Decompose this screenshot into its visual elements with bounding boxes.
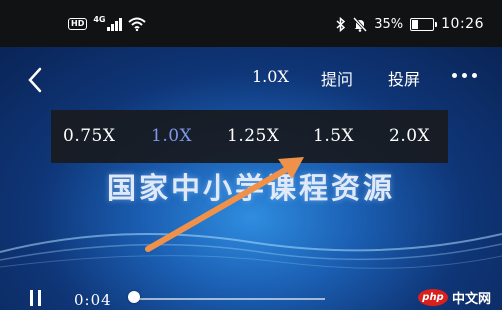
speed-option-0-75x[interactable]: 0.75X <box>63 126 115 146</box>
speed-option-1-0x-selected[interactable]: 1.0X <box>151 126 192 146</box>
watermark-site-name: 中文网 <box>452 291 492 307</box>
status-right: 35% 10:26 <box>336 13 484 35</box>
playback-speed-button[interactable]: 1.0X <box>252 67 289 86</box>
speed-option-1-25x[interactable]: 1.25X <box>227 126 279 146</box>
elapsed-time: 0:04 <box>74 291 112 309</box>
video-player[interactable]: 国家中小学课程资源 1.0X 提问 投屏 0.75X 1.0X 1.25X 1.… <box>0 47 502 310</box>
watermark: php 中文网 <box>418 287 491 307</box>
clock: 10:26 <box>441 16 484 32</box>
php-logo: php <box>418 288 448 306</box>
status-bar: HD 4G 35% 10:26 <box>0 0 502 47</box>
speed-selection-menu: 0.75X 1.0X 1.25X 1.5X 2.0X <box>51 110 448 163</box>
wifi-icon <box>128 17 146 31</box>
signal-strength-icon <box>107 17 122 31</box>
back-arrow-icon[interactable] <box>26 67 44 93</box>
progress-scrubber-handle[interactable] <box>128 291 140 303</box>
player-top-bar: 1.0X 提问 投屏 <box>0 47 502 99</box>
network-type-label: 4G <box>93 14 106 24</box>
status-left: HD 4G <box>68 14 146 34</box>
battery-icon <box>410 17 438 31</box>
background-wave-graphic <box>0 233 502 269</box>
more-options-icon[interactable] <box>452 73 477 78</box>
speed-option-2-0x[interactable]: 2.0X <box>389 126 430 146</box>
hd-voice-icon: HD <box>68 18 88 30</box>
ask-question-button[interactable]: 提问 <box>321 66 353 90</box>
battery-percent: 35% <box>374 16 404 32</box>
course-banner-title: 国家中小学课程资源 <box>106 171 395 205</box>
bell-muted-icon <box>353 16 368 32</box>
progress-track[interactable] <box>135 298 325 300</box>
cast-screen-button[interactable]: 投屏 <box>388 66 420 90</box>
pause-icon[interactable] <box>30 290 41 306</box>
bluetooth-icon <box>336 16 346 32</box>
phone-screen: HD 4G 35% 10:26 国家中小学课程资源 1.0X 提问 投屏 0.7… <box>0 0 502 310</box>
speed-option-1-5x[interactable]: 1.5X <box>313 126 354 146</box>
